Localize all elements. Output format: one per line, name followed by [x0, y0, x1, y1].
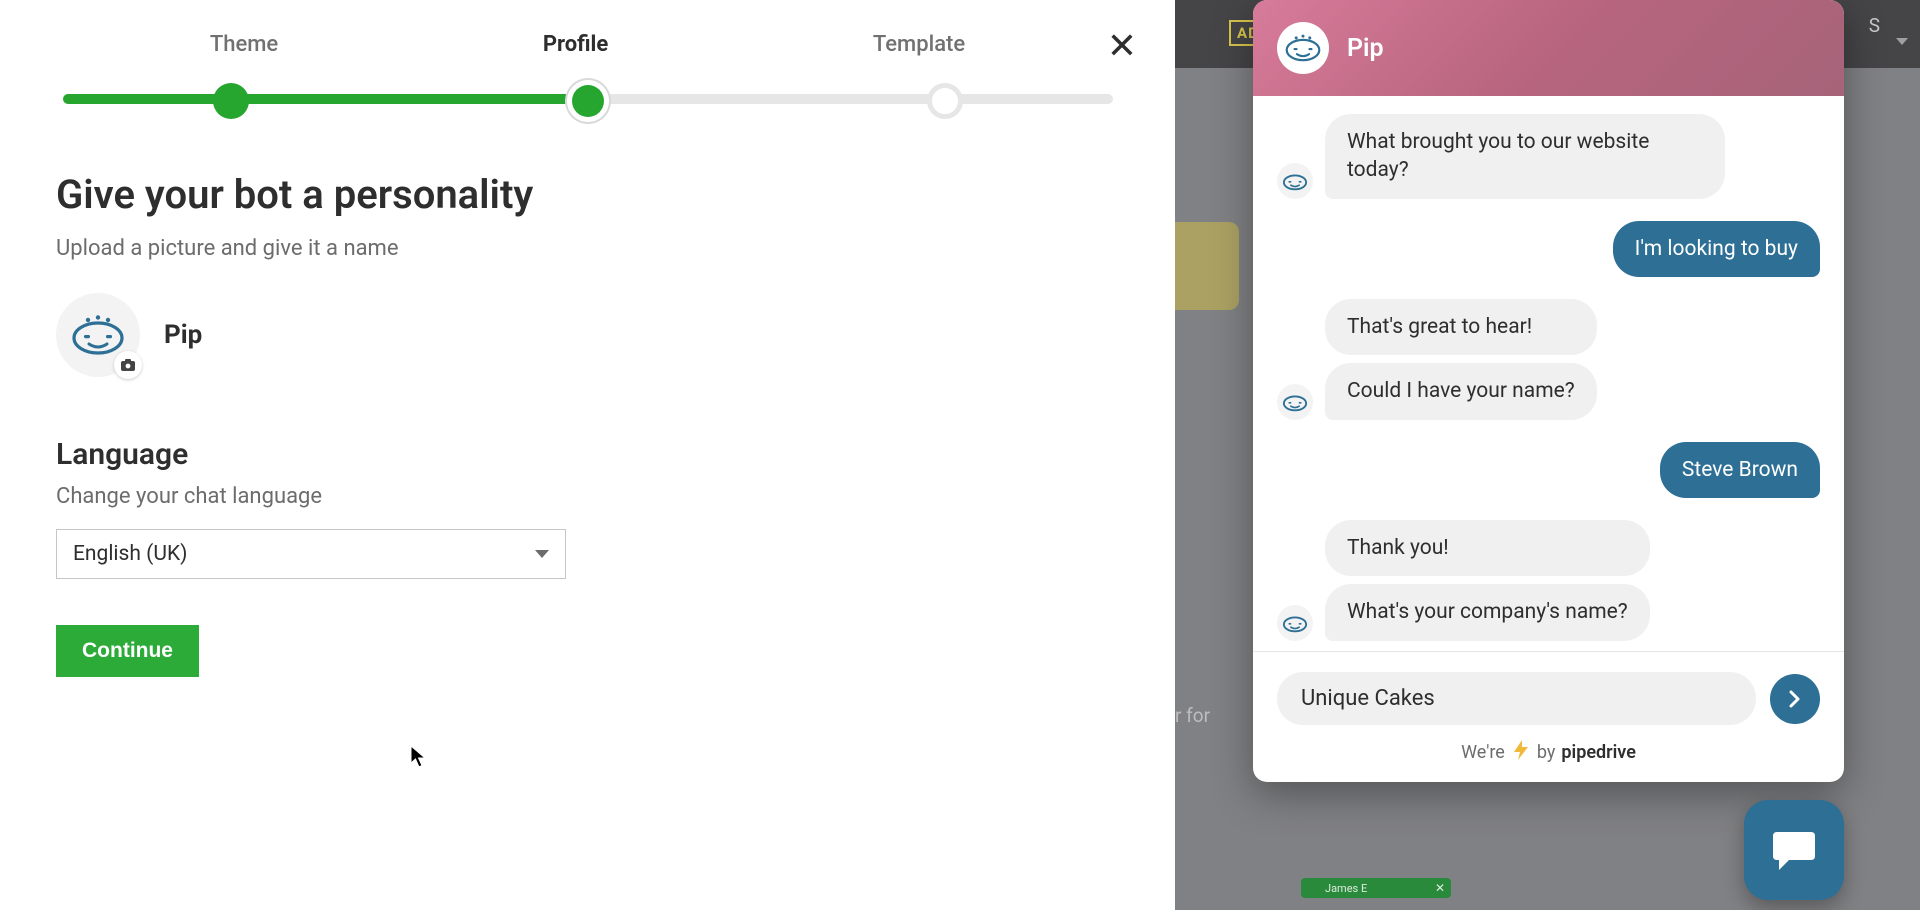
stepper: Theme Profile Template [38, 0, 1138, 57]
chat-title: Pip [1347, 34, 1384, 63]
bg-yellow-panel [1175, 222, 1239, 310]
msg-bot-avatar [1277, 605, 1313, 641]
bot-face-icon [70, 314, 126, 356]
chevron-down-icon [535, 550, 549, 558]
step-theme[interactable]: Theme [210, 32, 278, 57]
chat-bot-avatar [1277, 22, 1329, 74]
chat-message-bot: What brought you to our website today? [1325, 114, 1725, 199]
camera-icon [114, 351, 142, 379]
msg-bot-avatar [1277, 163, 1313, 199]
chevron-right-icon [1785, 689, 1805, 709]
page-subtitle: Upload a picture and give it a name [56, 236, 1119, 261]
chat-message-bot: Could I have your name? [1325, 363, 1597, 419]
cursor-icon [410, 745, 428, 773]
bg-deal-card: James E ✕ [1301, 878, 1451, 898]
continue-button[interactable]: Continue [56, 625, 199, 677]
step-dot-theme[interactable] [213, 83, 249, 119]
language-select[interactable]: English (UK) [56, 529, 566, 579]
chat-launcher-fab[interactable] [1744, 800, 1844, 900]
chat-message-bot: What's your company's name? [1325, 584, 1650, 640]
bg-text-fragment: r for [1175, 704, 1210, 727]
send-button[interactable] [1770, 674, 1820, 724]
close-button[interactable]: ✕ [1107, 28, 1137, 64]
stepper-track [63, 81, 1113, 121]
chat-input[interactable]: Unique Cakes [1277, 672, 1756, 725]
chat-widget: Pip What brought you to our website toda… [1253, 0, 1844, 782]
bolt-icon [1511, 739, 1531, 766]
step-dot-template[interactable] [927, 83, 963, 119]
bg-text-s: S [1869, 14, 1880, 37]
language-subtitle: Change your chat language [56, 484, 1119, 509]
bot-avatar-upload[interactable] [56, 293, 140, 377]
step-profile[interactable]: Profile [543, 32, 608, 57]
chat-body[interactable]: What brought you to our website today? I… [1253, 96, 1844, 651]
msg-bot-avatar [1277, 384, 1313, 420]
preview-backdrop: AD\ S r for James E ✕ Pip [1175, 0, 1920, 910]
bot-name[interactable]: Pip [164, 320, 202, 350]
brand-pipedrive: pipedrive [1561, 742, 1636, 763]
chat-header: Pip [1253, 0, 1844, 96]
page-title: Give your bot a personality [56, 171, 1119, 218]
chat-message-user: Steve Brown [1660, 442, 1820, 498]
chat-icon [1769, 826, 1819, 874]
language-title: Language [56, 437, 1119, 472]
language-selected-value: English (UK) [73, 542, 187, 566]
step-template[interactable]: Template [873, 32, 965, 57]
chat-message-user: I'm looking to buy [1613, 221, 1820, 277]
step-dot-profile[interactable] [572, 85, 604, 117]
chat-message-bot: That's great to hear! [1325, 299, 1597, 355]
chat-footer: We're by pipedrive [1253, 733, 1844, 782]
chevron-down-icon [1896, 38, 1908, 45]
setup-left-panel: ✕ Theme Profile Template Give your bot a… [0, 0, 1175, 910]
chat-message-bot: Thank you! [1325, 520, 1650, 576]
